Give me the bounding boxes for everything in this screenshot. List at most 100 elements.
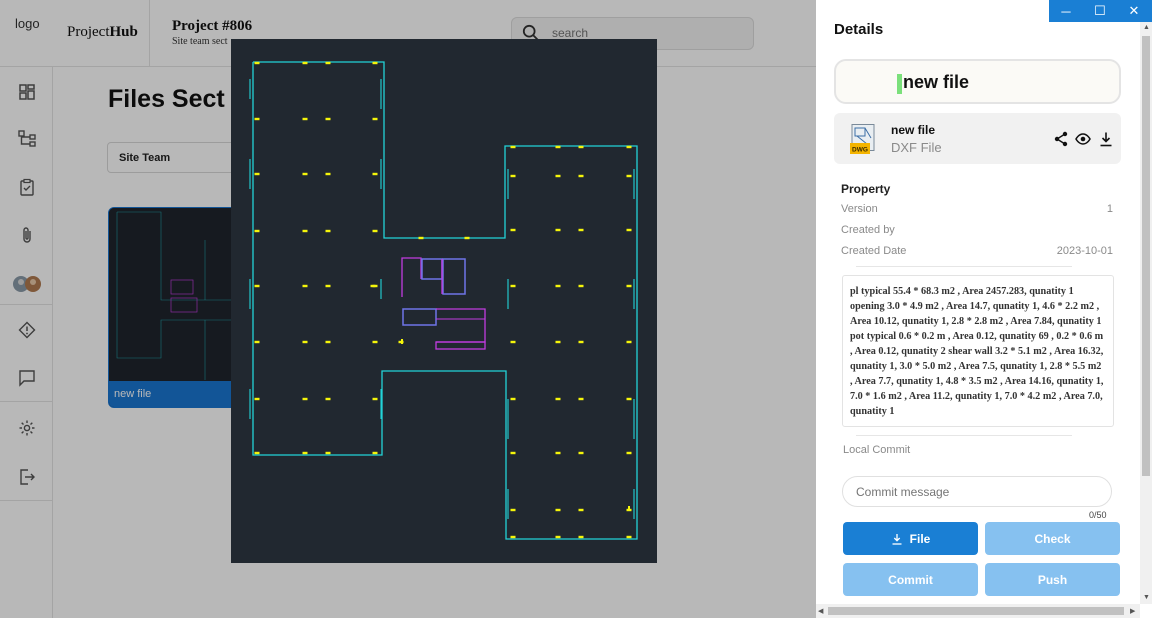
column <box>254 61 260 65</box>
column-rotated <box>628 506 630 511</box>
column <box>555 535 561 539</box>
push-button-label: Push <box>1037 572 1068 587</box>
vertical-scrollbar[interactable]: ▲ ▼ <box>1140 22 1152 604</box>
property-title: Property <box>841 182 891 196</box>
check-button[interactable]: Check <box>985 522 1120 555</box>
push-button[interactable]: Push <box>985 563 1120 596</box>
column <box>555 174 561 178</box>
commit-button[interactable]: Commit <box>843 563 978 596</box>
scroll-down-arrow[interactable]: ▼ <box>1143 594 1150 601</box>
column <box>302 229 308 233</box>
column <box>555 397 561 401</box>
column <box>325 284 331 288</box>
horizontal-scrollbar[interactable]: ◀ ▶ <box>816 604 1140 618</box>
shear-wall <box>402 308 437 326</box>
column <box>254 117 260 121</box>
column <box>372 397 378 401</box>
column <box>254 340 260 344</box>
column <box>372 61 378 65</box>
column <box>510 508 516 512</box>
details-panel: ─ ☐ ✕ Details new file DWG new file DXF … <box>816 0 1152 618</box>
share-icon[interactable] <box>1053 131 1069 147</box>
column <box>302 284 308 288</box>
local-commit-label: Local Commit <box>843 444 911 456</box>
file-name-value: new file <box>903 72 970 92</box>
eye-icon[interactable] <box>1075 131 1091 147</box>
column <box>254 229 260 233</box>
column <box>372 117 378 121</box>
opening-outline <box>401 257 422 297</box>
column <box>372 229 378 233</box>
shear-wall <box>421 258 443 280</box>
column <box>555 451 561 455</box>
column <box>325 172 331 176</box>
property-key-version: Version <box>841 203 878 215</box>
scroll-up-arrow[interactable]: ▲ <box>1143 24 1150 31</box>
dwg-icon-label: DWG <box>852 147 868 154</box>
column <box>325 397 331 401</box>
cad-preview[interactable] <box>231 39 657 563</box>
download-icon[interactable] <box>1098 131 1114 147</box>
column <box>626 451 632 455</box>
vertical-scroll-thumb[interactable] <box>1142 36 1150 476</box>
scroll-left-arrow[interactable]: ◀ <box>818 607 823 615</box>
column <box>626 145 632 149</box>
property-value-version: 1 <box>1106 203 1113 215</box>
divider <box>856 266 1072 267</box>
column <box>372 451 378 455</box>
close-button[interactable]: ✕ <box>1117 0 1151 22</box>
cad-drawing <box>249 61 638 540</box>
property-value-created-date: 2023-10-01 <box>1056 245 1113 257</box>
column <box>510 397 516 401</box>
maximize-button[interactable]: ☐ <box>1083 0 1117 22</box>
column <box>325 61 331 65</box>
commit-message-field[interactable] <box>842 476 1112 507</box>
column <box>555 340 561 344</box>
column <box>578 340 584 344</box>
text-caret <box>897 74 902 94</box>
column <box>578 451 584 455</box>
column <box>555 228 561 232</box>
column <box>510 535 516 539</box>
column <box>418 236 424 240</box>
column <box>510 340 516 344</box>
scroll-right-arrow[interactable]: ▶ <box>1130 607 1135 615</box>
shear-wall <box>442 258 466 295</box>
property-key-created-date: Created Date <box>841 245 907 257</box>
column <box>626 228 632 232</box>
column <box>254 451 260 455</box>
column <box>578 397 584 401</box>
commit-char-counter: 0/50 <box>1089 510 1107 520</box>
opening-outline <box>435 341 486 350</box>
column <box>510 174 516 178</box>
file-name-field[interactable]: new file <box>834 59 1121 104</box>
column <box>254 284 260 288</box>
column <box>626 174 632 178</box>
column <box>325 117 331 121</box>
column <box>510 145 516 149</box>
column <box>372 340 378 344</box>
slab-outline <box>252 61 638 540</box>
file-download-button[interactable]: File <box>843 522 978 555</box>
column <box>302 340 308 344</box>
column <box>626 284 632 288</box>
column <box>578 535 584 539</box>
check-button-label: Check <box>1034 531 1071 546</box>
commit-message-input[interactable] <box>856 485 1096 499</box>
minimize-button[interactable]: ─ <box>1049 0 1083 22</box>
column <box>578 284 584 288</box>
window-controls: ─ ☐ ✕ <box>1049 0 1152 22</box>
column <box>325 451 331 455</box>
column <box>325 229 331 233</box>
column <box>555 284 561 288</box>
column <box>302 397 308 401</box>
column <box>510 451 516 455</box>
column <box>555 145 561 149</box>
download-icon <box>892 533 902 545</box>
column <box>626 535 632 539</box>
column <box>578 228 584 232</box>
column <box>578 145 584 149</box>
horizontal-scroll-thumb[interactable] <box>828 607 1124 615</box>
column <box>254 397 260 401</box>
column <box>578 174 584 178</box>
